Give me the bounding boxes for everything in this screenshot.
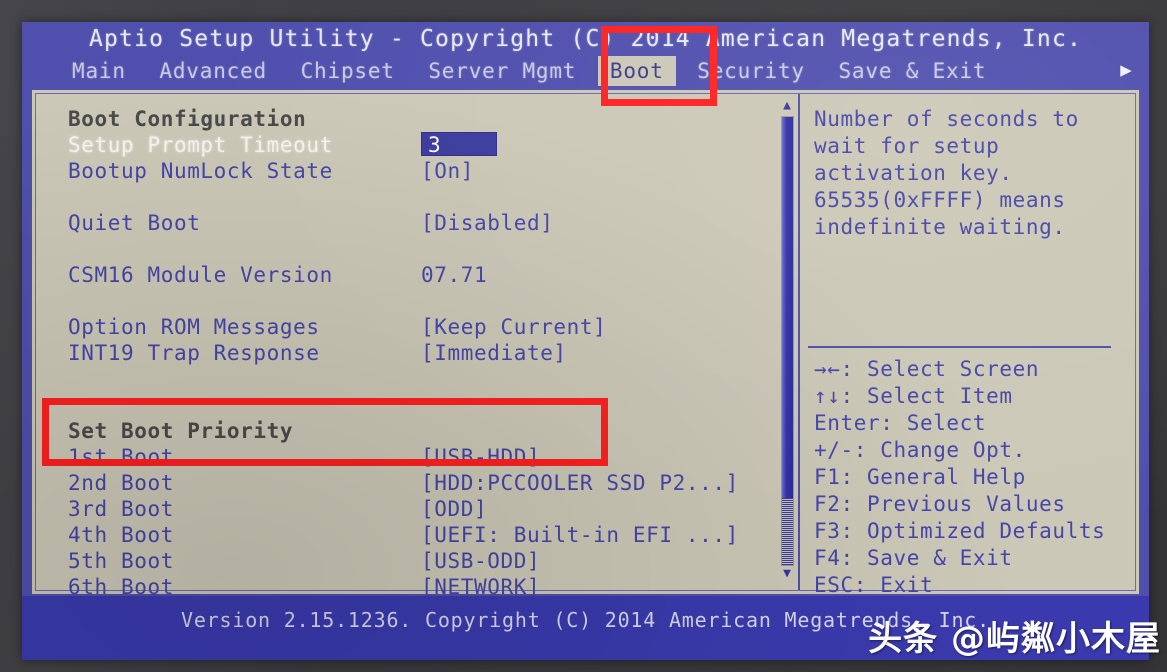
bios-screen: Aptio Setup Utility - Copyright (C) 2014… [22, 22, 1149, 660]
row-spacer [36, 288, 776, 314]
scrollbar-track[interactable] [781, 116, 794, 566]
row-spacer [36, 236, 776, 262]
settings-row[interactable]: 5th Boot [USB-ODD] [36, 548, 776, 574]
settings-row[interactable]: 4th Boot [UEFI: Built-in EFI ...] [36, 522, 776, 548]
settings-row-label: 1st Boot [68, 445, 174, 469]
settings-row-value[interactable]: [On] [421, 158, 474, 184]
settings-list: Boot Configuration Setup Prompt Timeout 3 B… [36, 94, 776, 599]
scroll-up-arrow-icon[interactable]: ▲ [779, 99, 795, 114]
settings-row-label: Option ROM Messages [68, 315, 320, 339]
settings-scrollbar[interactable]: ▲ ▼ [776, 94, 798, 590]
settings-row-value[interactable]: [Disabled] [421, 210, 553, 236]
help-description: Number of seconds to wait for setup activa… [814, 106, 1135, 241]
settings-row[interactable]: Option ROM Messages [Keep Current] [36, 314, 776, 340]
settings-row-value[interactable]: [USB-ODD] [421, 548, 540, 574]
settings-row-label: Set Boot Priority [68, 419, 294, 443]
settings-row-label: Quiet Boot [68, 211, 201, 235]
settings-row-label: CSM16 Module Version [68, 263, 333, 287]
settings-row[interactable]: 2nd Boot [HDD:PCCOOLER SSD P2...] [36, 470, 776, 496]
tab-chipset[interactable]: Chipset [289, 56, 407, 86]
scrollbar-remainder [782, 497, 793, 565]
settings-row[interactable]: CSM16 Module Version 07.71 [36, 262, 776, 288]
help-key-line: Enter: Select [814, 411, 987, 435]
help-key-line: F4: Save & Exit [814, 546, 1013, 570]
settings-row[interactable]: 3rd Boot [ODD] [36, 496, 776, 522]
monitor-photo-background: Aptio Setup Utility - Copyright (C) 2014… [0, 0, 1167, 672]
settings-row-label: 3rd Boot [68, 497, 174, 521]
settings-row-value[interactable]: [Immediate] [421, 340, 567, 366]
help-key-line: ESC: Exit [814, 573, 934, 597]
row-spacer [36, 392, 776, 418]
settings-group-header: Set Boot Priority [36, 418, 776, 444]
settings-row[interactable]: Setup Prompt Timeout 3 [36, 132, 776, 158]
settings-row-label: 4th Boot [68, 523, 174, 547]
settings-row-label: Boot Configuration [68, 107, 307, 131]
row-spacer [36, 366, 776, 392]
settings-row-value[interactable]: [UEFI: Built-in EFI ...] [421, 522, 739, 548]
settings-row-value[interactable]: [USB-HDD] [421, 444, 540, 470]
settings-row[interactable]: INT19 Trap Response [Immediate] [36, 340, 776, 366]
help-description-line: indefinite waiting. [814, 215, 1066, 239]
tab-main[interactable]: Main [60, 56, 138, 86]
chevron-right-icon[interactable]: ▶ [1111, 56, 1141, 86]
page-title: Aptio Setup Utility - Copyright (C) 2014… [88, 26, 1083, 52]
settings-row[interactable]: Quiet Boot [Disabled] [36, 210, 776, 236]
menu-bar: Main Advanced Chipset Server Mgmt Boot S… [22, 56, 1149, 86]
help-key-line: +/-: Change Opt. [814, 438, 1026, 462]
settings-row-label: INT19 Trap Response [68, 341, 320, 365]
help-key-line: ↑↓: Select Item [814, 384, 1013, 408]
content-inner: Boot Configuration Setup Prompt Timeout 3 B… [35, 93, 1136, 599]
tab-security[interactable]: Security [685, 56, 817, 86]
help-pane: Number of seconds to wait for setup activa… [798, 94, 1135, 597]
settings-row[interactable]: Bootup NumLock State [On] [36, 158, 776, 184]
help-key-line: F1: General Help [814, 465, 1026, 489]
settings-row-input[interactable]: 3 [421, 132, 497, 156]
content-frame: Boot Configuration Setup Prompt Timeout 3 B… [30, 88, 1141, 599]
watermark-text: 头条 @屿粼小木屋 [868, 619, 1161, 659]
row-spacer [36, 184, 776, 210]
scrollbar-thumb[interactable] [782, 117, 793, 498]
settings-row-label: Setup Prompt Timeout [68, 133, 333, 157]
help-description-line: activation key. [814, 161, 1013, 185]
tab-advanced[interactable]: Advanced [147, 56, 279, 86]
scroll-down-arrow-icon[interactable]: ▼ [779, 567, 795, 582]
tab-server-mgmt[interactable]: Server Mgmt [416, 56, 588, 86]
settings-row-value[interactable]: [Keep Current] [421, 314, 606, 340]
help-divider [808, 346, 1111, 348]
tab-save-exit[interactable]: Save & Exit [826, 56, 998, 86]
settings-row-label: 5th Boot [68, 549, 174, 573]
help-description-line: wait for setup [814, 134, 1000, 158]
settings-row[interactable]: 1st Boot [USB-HDD] [36, 444, 776, 470]
help-description-line: 65535(0xFFFF) means [814, 188, 1066, 212]
settings-row-label: 2nd Boot [68, 471, 174, 495]
settings-group-header: Boot Configuration [36, 106, 776, 132]
help-key-line: F2: Previous Values [814, 492, 1066, 516]
help-key-legend: →←: Select Screen ↑↓: Select Item Enter: S… [814, 356, 1105, 599]
settings-row-value: 07.71 [421, 263, 488, 287]
tab-boot[interactable]: Boot [597, 56, 676, 86]
help-key-line: F3: Optimized Defaults [814, 519, 1106, 543]
settings-row-value[interactable]: [ODD] [421, 496, 487, 522]
settings-row-label: Bootup NumLock State [68, 159, 333, 183]
help-description-line: Number of seconds to [814, 107, 1079, 131]
settings-row-value[interactable]: [HDD:PCCOOLER SSD P2...] [421, 470, 739, 496]
help-key-line: →←: Select Screen [814, 357, 1040, 381]
